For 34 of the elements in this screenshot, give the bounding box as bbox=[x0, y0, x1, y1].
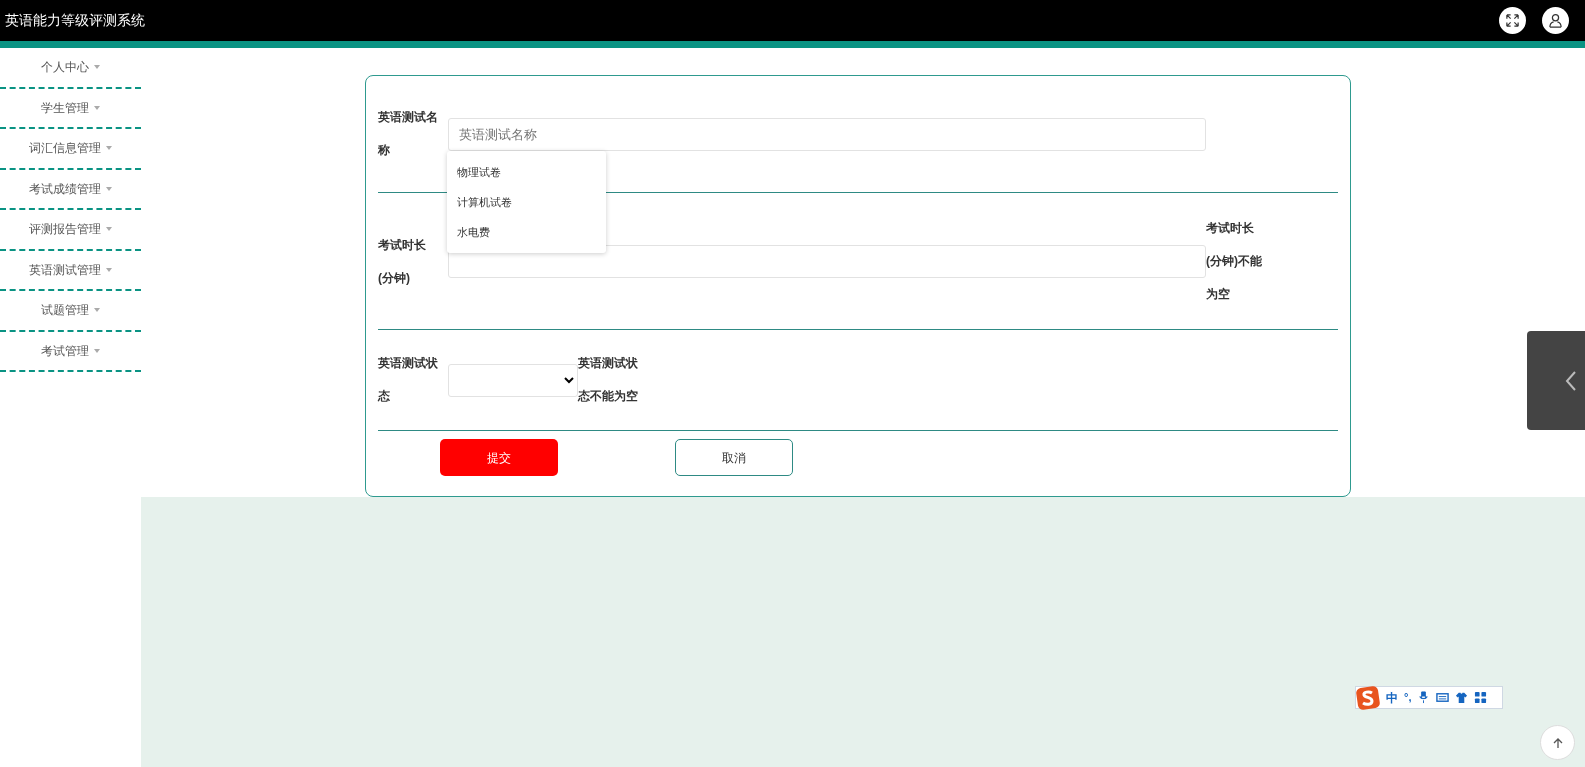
suggestion-item[interactable]: 物理试卷 bbox=[447, 157, 606, 187]
text-input[interactable]: 英语测试名称 bbox=[448, 117, 1206, 151]
user-icon bbox=[1548, 13, 1563, 28]
field-label: 考试时长(分钟) bbox=[378, 236, 427, 287]
app-title: 英语能力等级评测系统 bbox=[4, 11, 145, 30]
caret-icon bbox=[94, 308, 100, 313]
caret-icon bbox=[106, 186, 112, 191]
caret-icon bbox=[106, 146, 112, 151]
suggestion-item[interactable]: 计算机试卷 bbox=[447, 187, 606, 217]
caret-icon bbox=[94, 348, 100, 353]
user-button[interactable] bbox=[1542, 7, 1569, 34]
cancel-button[interactable]: 取消 bbox=[675, 439, 793, 476]
microphone-icon[interactable] bbox=[1417, 691, 1431, 704]
caret-icon bbox=[106, 227, 112, 232]
chevron-left-icon bbox=[1565, 369, 1577, 392]
submit-button[interactable]: 提交 bbox=[440, 439, 558, 476]
grid-icon[interactable] bbox=[1474, 691, 1488, 704]
fullscreen-button[interactable] bbox=[1499, 7, 1526, 34]
validation-message: 考试时长(分钟)不能为空 bbox=[1206, 220, 1263, 303]
caret-icon bbox=[106, 267, 112, 272]
text-input[interactable] bbox=[448, 245, 1206, 278]
panel-toggle-tab[interactable] bbox=[1527, 331, 1585, 430]
caret-icon bbox=[94, 105, 100, 110]
suggestion-item[interactable]: 水电费 bbox=[447, 217, 606, 247]
punctuation-toggle[interactable]: °, bbox=[1404, 689, 1412, 706]
caret-icon bbox=[94, 65, 100, 70]
keyboard-icon[interactable] bbox=[1436, 691, 1450, 704]
field-label: 英语测试状态 bbox=[378, 355, 439, 405]
validation-message: 英语测试状态不能为空 bbox=[578, 355, 639, 405]
expand-arrows-icon bbox=[1505, 13, 1520, 28]
arrow-up-icon bbox=[1551, 736, 1564, 749]
input-mode-toggle[interactable]: 中 bbox=[1386, 688, 1398, 707]
shirt-icon[interactable] bbox=[1455, 691, 1469, 704]
field-label: 英语测试名称 bbox=[378, 109, 439, 159]
